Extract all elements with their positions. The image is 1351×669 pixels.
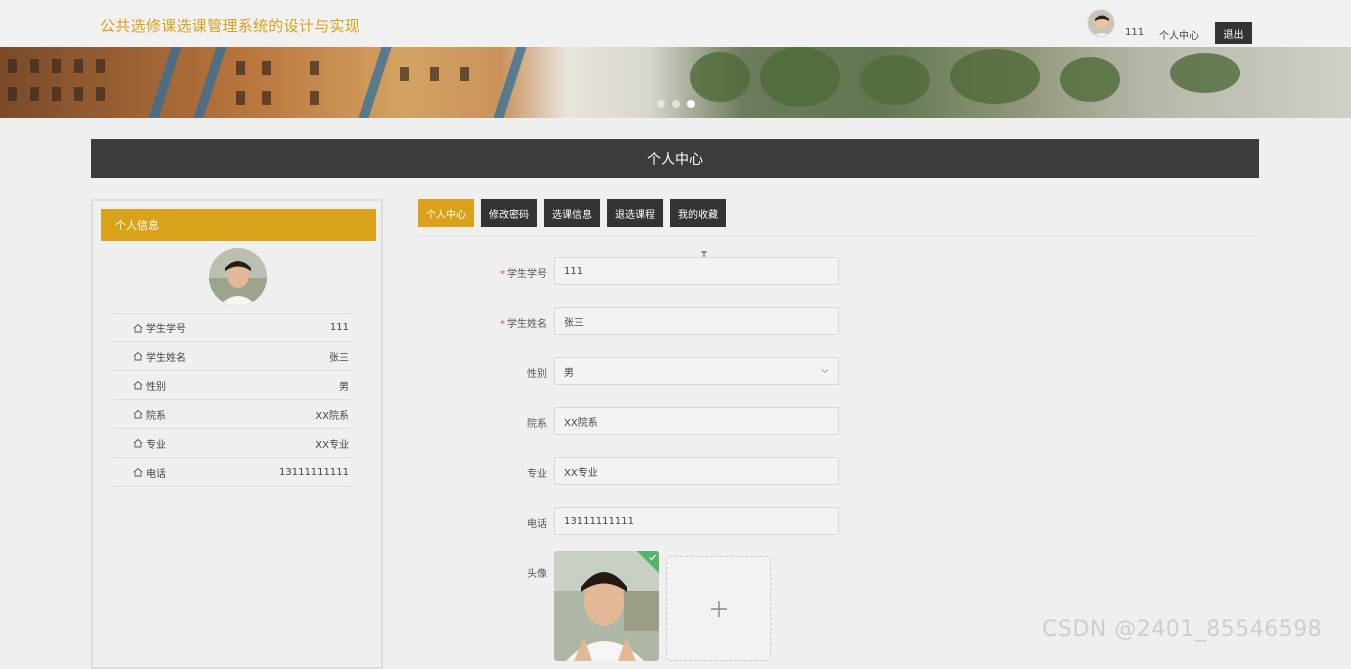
banner-tree [690,52,750,102]
carousel-dot[interactable] [657,100,665,108]
banner-tree [860,55,930,105]
department-field[interactable]: XX院系 [554,407,839,435]
info-value: XX院系 [315,410,349,422]
banner-tree [760,47,840,107]
major-label: 专业 [527,469,547,480]
banner-pillar [358,47,392,118]
banner-window [74,59,83,73]
info-value: 张三 [329,352,349,364]
gender-value: 男 [564,367,574,379]
home-icon [133,323,143,332]
banner-pillar [148,47,182,118]
info-label: 学生姓名 [146,352,186,364]
username-label: 111 [1125,27,1145,38]
banner-window [262,61,271,75]
watermark: CSDN @2401_85546598 [1042,617,1323,642]
carousel-dot-active[interactable] [687,100,695,108]
banner-tree [1170,53,1240,93]
student-id-label: * 学生学号 [447,265,547,280]
home-icon [133,438,143,448]
student-name-label: * 学生姓名 [447,315,547,330]
tab-favorites[interactable]: 我的收藏 [670,199,726,227]
info-value: XX专业 [315,439,349,451]
info-label: 专业 [146,439,166,451]
info-value: 13111111111 [279,466,349,478]
info-label: 电话 [146,468,166,480]
tab-profile-center[interactable]: 个人中心 [418,199,474,227]
sidebar-heading: 个人信息 [101,209,376,241]
profile-info-list: 学生学号 111 学生姓名 张三 性别 男 院系 XX院系 专业 XX专业 电话… [113,313,351,487]
plus-icon [710,600,727,617]
banner-tree [950,49,1040,104]
info-row-gender: 性别 男 [113,371,351,400]
check-icon [649,554,656,561]
profile-avatar [209,248,267,306]
banner-pillar [493,47,527,118]
carousel-dot[interactable] [672,100,680,108]
tab-divider [418,235,1258,236]
info-label: 院系 [146,410,166,422]
banner-window [74,87,83,101]
top-header: 公共选修课选课管理系统的设计与实现 111 个人中心 退出 [0,0,1351,47]
banner-window [236,91,245,105]
student-id-label-text: 学生学号 [507,269,547,280]
info-row-department: 院系 XX院系 [113,400,351,429]
home-icon [133,351,143,361]
info-label: 学生学号 [146,324,186,335]
user-avatar[interactable] [1087,9,1115,37]
info-row-major: 专业 XX专业 [113,429,351,458]
info-row-student-name: 学生姓名 张三 [113,342,351,371]
carousel-dots [657,100,695,108]
required-mark: * [500,269,505,280]
avatar-label: 头像 [527,569,547,580]
banner-window [96,59,105,73]
site-title: 公共选修课选课管理系统的设计与实现 [100,17,361,35]
banner-tree [1060,57,1120,102]
banner-window [310,91,319,105]
logout-button[interactable]: 退出 [1215,22,1252,44]
home-icon [133,409,143,419]
banner-window [430,67,439,81]
tab-course-selection[interactable]: 选课信息 [544,199,600,227]
banner-window [52,87,61,101]
banner-window [460,67,469,81]
info-value: 男 [339,381,349,393]
avatar-upload-preview[interactable] [554,551,659,661]
student-name-label-text: 学生姓名 [507,319,547,330]
phone-field[interactable]: 13111111111 [554,507,839,535]
banner-window [400,67,409,81]
info-label: 性别 [146,381,166,393]
major-field[interactable]: XX专业 [554,457,839,485]
info-row-phone: 电话 13111111111 [113,458,351,487]
department-label: 院系 [527,419,547,430]
profile-link[interactable]: 个人中心 [1159,27,1199,42]
banner-window [30,87,39,101]
tab-drop-course[interactable]: 退选课程 [607,199,663,227]
student-id-field[interactable]: 111 [554,257,839,285]
banner-window [8,59,17,73]
profile-sidebar: 个人信息 学生学号 111 学生姓名 张三 性别 男 院系 XX院系 专业 XX… [91,199,383,669]
banner-window [30,59,39,73]
chevron-down-icon [821,369,829,374]
required-mark: * [500,319,505,330]
banner-window [310,61,319,75]
home-icon [133,380,143,390]
banner-pillar [193,47,227,118]
banner-window [8,87,17,101]
phone-label: 电话 [527,519,547,530]
home-icon [133,467,143,477]
banner-window [236,61,245,75]
info-value: 111 [329,322,349,333]
page-title: 个人中心 [91,139,1259,178]
student-name-field[interactable]: 张三 [554,307,839,335]
avatar-upload-button[interactable] [666,556,771,661]
banner-window [262,91,271,105]
banner-window [52,59,61,73]
info-row-student-id: 学生学号 111 [113,313,351,342]
gender-label: 性别 [527,369,547,380]
gender-select[interactable]: 男 [554,357,839,385]
tab-change-password[interactable]: 修改密码 [481,199,537,227]
profile-tabs: 个人中心 修改密码 选课信息 退选课程 我的收藏 [418,199,726,227]
banner-window [96,87,105,101]
